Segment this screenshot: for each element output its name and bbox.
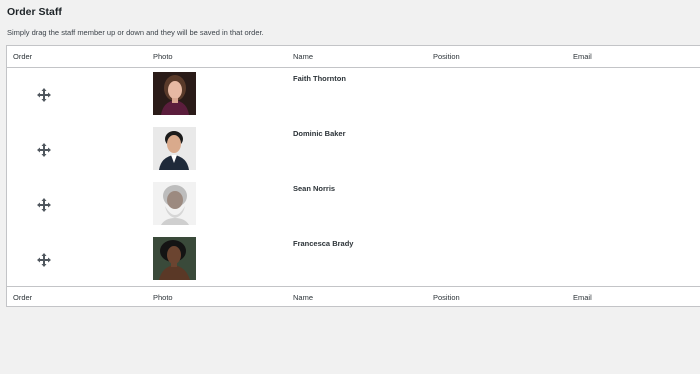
- column-footer-order[interactable]: Order: [13, 293, 32, 302]
- column-header-order[interactable]: Order: [13, 52, 32, 61]
- move-arrows-icon[interactable]: [37, 198, 51, 212]
- column-footer-photo[interactable]: Photo: [153, 293, 173, 302]
- staff-name: Faith Thornton: [293, 74, 346, 83]
- staff-name: Francesca Brady: [293, 239, 354, 248]
- staff-name: Dominic Baker: [293, 129, 346, 138]
- column-footer-position[interactable]: Position: [433, 293, 460, 302]
- page-description: Simply drag the staff member up or down …: [7, 28, 264, 37]
- move-arrows-icon[interactable]: [37, 143, 51, 157]
- move-arrows-icon[interactable]: [37, 88, 51, 102]
- staff-name: Sean Norris: [293, 184, 336, 193]
- column-header-photo[interactable]: Photo: [153, 52, 173, 61]
- table-row[interactable]: Dominic Baker: [7, 123, 700, 178]
- staff-photo: [153, 72, 196, 115]
- column-header-email[interactable]: Email: [573, 52, 592, 61]
- table-row[interactable]: Faith Thornton: [7, 68, 700, 123]
- table-footer: Order Photo Name Position Email: [7, 286, 700, 308]
- page-title: Order Staff: [7, 6, 62, 18]
- column-header-position[interactable]: Position: [433, 52, 460, 61]
- table-header: Order Photo Name Position Email: [7, 46, 700, 68]
- column-header-name[interactable]: Name: [293, 52, 313, 61]
- column-footer-name[interactable]: Name: [293, 293, 313, 302]
- column-footer-email[interactable]: Email: [573, 293, 592, 302]
- table-row[interactable]: Francesca Brady: [7, 233, 700, 288]
- staff-order-table: Order Photo Name Position Email Faith Th…: [6, 45, 700, 307]
- staff-photo: [153, 182, 196, 225]
- staff-photo: [153, 127, 196, 170]
- move-arrows-icon[interactable]: [37, 253, 51, 267]
- table-row[interactable]: Sean Norris: [7, 178, 700, 233]
- staff-photo: [153, 237, 196, 280]
